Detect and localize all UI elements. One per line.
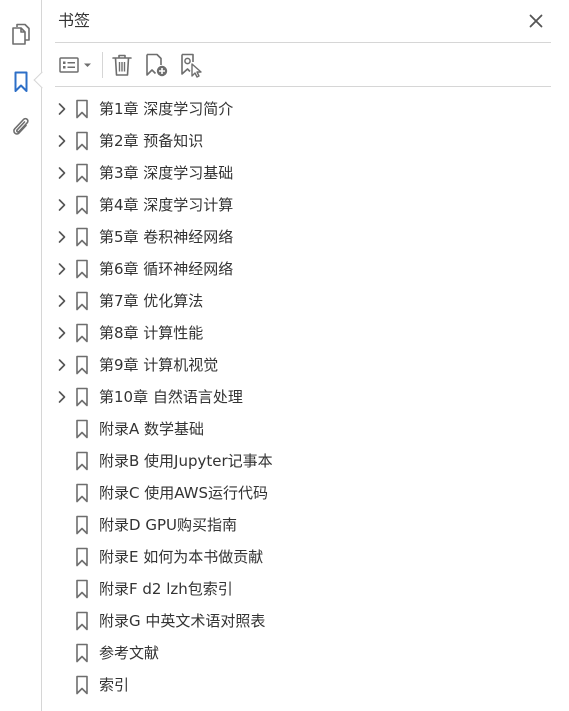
bookmark-label: 附录G 中英文术语对照表: [99, 612, 266, 630]
bookmark-item[interactable]: 第7章 优化算法: [43, 285, 551, 317]
close-panel-button[interactable]: [526, 11, 546, 31]
bookmark-label: 附录A 数学基础: [99, 420, 205, 438]
expand-chevron-icon[interactable]: [55, 326, 69, 340]
delete-bookmark-button[interactable]: [109, 50, 135, 80]
bookmark-list: 第1章 深度学习简介 第2章 预备知识 第3章 深度学习基础 第4章 深度学习计…: [43, 93, 551, 701]
trash-icon: [112, 54, 132, 76]
bookmark-icon: [75, 323, 89, 343]
bookmark-icon: [75, 387, 89, 407]
bookmark-label: 第9章 计算机视觉: [99, 356, 219, 374]
bookmark-toolbar: [55, 44, 551, 86]
toolbar-divider: [55, 86, 551, 87]
bookmark-label: 第5章 卷积神经网络: [99, 228, 234, 246]
bookmark-label: 第6章 循环神经网络: [99, 260, 234, 278]
panel-header: 书签: [43, 0, 551, 42]
bookmark-icon: [75, 451, 89, 471]
bookmark-icon: [75, 419, 89, 439]
expand-chevron-icon[interactable]: [55, 390, 69, 404]
bookmark-icon: [75, 355, 89, 375]
bookmark-item[interactable]: 附录G 中英文术语对照表: [43, 605, 551, 637]
bookmark-icon: [75, 259, 89, 279]
options-menu-button[interactable]: [57, 50, 95, 80]
bookmark-item[interactable]: 参考文献: [43, 637, 551, 669]
bookmarks-button[interactable]: [8, 69, 34, 95]
pages-button[interactable]: [8, 21, 34, 47]
bookmark-label: 参考文献: [99, 644, 160, 662]
bookmark-label: 第7章 优化算法: [99, 292, 204, 310]
panel-title: 书签: [58, 11, 91, 30]
expand-chevron-icon[interactable]: [55, 230, 69, 244]
bookmark-item[interactable]: 第9章 计算机视觉: [43, 349, 551, 381]
expand-chevron-icon[interactable]: [55, 294, 69, 308]
bookmark-item[interactable]: 第3章 深度学习基础: [43, 157, 551, 189]
bookmark-item[interactable]: 附录A 数学基础: [43, 413, 551, 445]
bookmark-icon: [75, 483, 89, 503]
bookmark-settings-icon: [181, 53, 202, 78]
expand-chevron-icon[interactable]: [55, 166, 69, 180]
bookmark-label: 索引: [99, 676, 130, 694]
bookmark-settings-button[interactable]: [177, 50, 205, 80]
bookmark-item[interactable]: 第1章 深度学习简介: [43, 93, 551, 125]
options-menu-icon: [59, 57, 91, 73]
bookmark-label: 第2章 预备知识: [99, 132, 204, 150]
bookmark-icon: [75, 611, 89, 631]
bookmark-icon: [75, 227, 89, 247]
bookmark-item[interactable]: 第5章 卷积神经网络: [43, 221, 551, 253]
expand-chevron-icon[interactable]: [55, 358, 69, 372]
bookmark-icon: [75, 643, 89, 663]
bookmark-icon: [75, 195, 89, 215]
attachments-button[interactable]: [8, 114, 34, 140]
header-divider: [55, 42, 551, 43]
attachment-icon: [13, 117, 29, 135]
bookmark-item[interactable]: 附录E 如何为本书做贡献: [43, 541, 551, 573]
bookmark-item[interactable]: 第6章 循环神经网络: [43, 253, 551, 285]
bookmark-item[interactable]: 第10章 自然语言处理: [43, 381, 551, 413]
bookmark-icon: [75, 579, 89, 599]
bookmark-item[interactable]: 第4章 深度学习计算: [43, 189, 551, 221]
bookmark-item[interactable]: 附录D GPU购买指南: [43, 509, 551, 541]
close-icon: [529, 14, 543, 28]
bookmark-icon: [14, 71, 28, 92]
bookmark-label: 附录F d2 lzh包索引: [99, 580, 233, 598]
bookmark-icon: [75, 131, 89, 151]
bookmark-item[interactable]: 附录C 使用AWS运行代码: [43, 477, 551, 509]
bookmark-label: 第4章 深度学习计算: [99, 196, 234, 214]
bookmark-label: 附录E 如何为本书做贡献: [99, 548, 264, 566]
bookmark-label: 第10章 自然语言处理: [99, 388, 243, 406]
bookmark-item[interactable]: 第2章 预备知识: [43, 125, 551, 157]
bookmark-label: 第3章 深度学习基础: [99, 164, 234, 182]
bookmark-item[interactable]: 附录F d2 lzh包索引: [43, 573, 551, 605]
bookmark-icon: [75, 163, 89, 183]
expand-chevron-icon[interactable]: [55, 102, 69, 116]
expand-chevron-icon[interactable]: [55, 134, 69, 148]
bookmark-item[interactable]: 索引: [43, 669, 551, 701]
bookmark-label: 附录C 使用AWS运行代码: [99, 484, 269, 502]
expand-chevron-icon[interactable]: [55, 198, 69, 212]
pages-icon: [12, 23, 30, 45]
bookmark-item[interactable]: 附录B 使用Jupyter记事本: [43, 445, 551, 477]
bookmarks-app: 书签 第1章 深度学习简介 第2章 预备知识 第3章 深度学习基础 第4章 深度…: [0, 0, 569, 711]
bookmark-icon: [75, 291, 89, 311]
bookmark-label: 附录B 使用Jupyter记事本: [99, 452, 273, 470]
bookmark-icon: [75, 675, 89, 695]
bookmark-label: 附录D GPU购买指南: [99, 516, 237, 534]
bookmark-icon: [75, 515, 89, 535]
bookmark-label: 第1章 深度学习简介: [99, 100, 234, 118]
bookmarks-panel: 书签 第1章 深度学习简介 第2章 预备知识 第3章 深度学习基础 第4章 深度…: [43, 0, 569, 711]
new-bookmark-icon: [146, 53, 168, 77]
bookmark-icon: [75, 547, 89, 567]
new-bookmark-button[interactable]: [143, 50, 171, 80]
left-navigation-rail: [0, 0, 42, 711]
toolbar-separator: [102, 52, 103, 78]
expand-chevron-icon[interactable]: [55, 262, 69, 276]
bookmark-item[interactable]: 第8章 计算性能: [43, 317, 551, 349]
bookmark-icon: [75, 99, 89, 119]
bookmark-label: 第8章 计算性能: [99, 324, 204, 342]
